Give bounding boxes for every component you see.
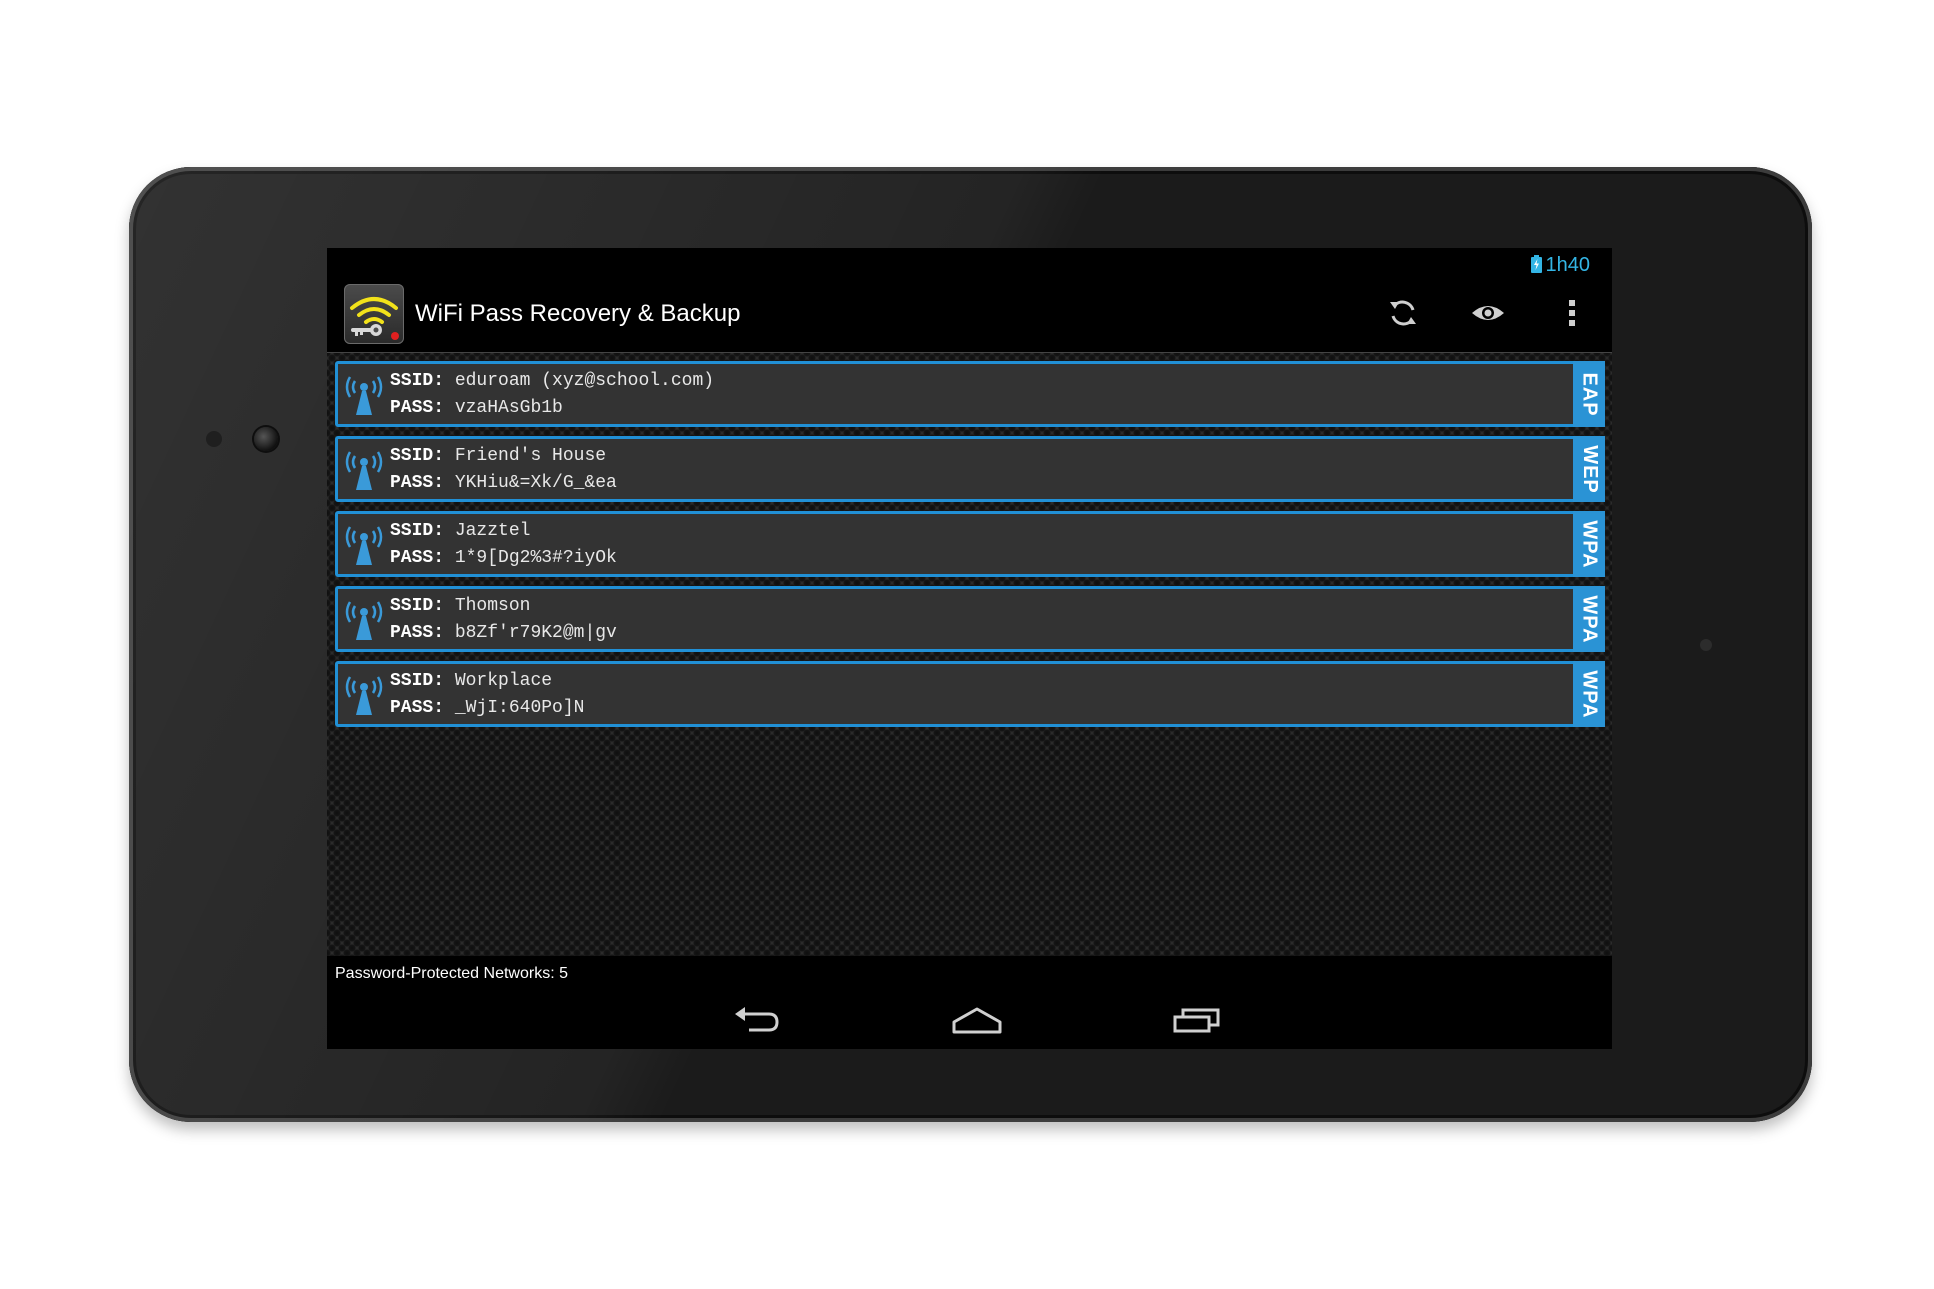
network-row[interactable]: SSID: Jazztel PASS: 1*9[Dg2%3#?iyOk WPA	[335, 511, 1605, 577]
wifi-antenna-icon	[345, 526, 383, 565]
ssid-label: SSID:	[390, 371, 445, 391]
pass-value: b8Zf'r79K2@m|gv	[454, 623, 617, 643]
home-icon	[952, 1007, 1002, 1034]
app-icon	[344, 284, 404, 344]
ssid-line: SSID: Workplace	[390, 671, 552, 691]
clock: 1h40	[1545, 254, 1591, 276]
network-list-area[interactable]: SSID: eduroam (xyz@school.com) PASS: vza…	[327, 352, 1612, 956]
network-row[interactable]: SSID: Friend's House PASS: YKHiu&=Xk/G_&…	[335, 436, 1605, 502]
overflow-menu-icon	[1569, 300, 1575, 326]
pass-value: 1*9[Dg2%3#?iyOk	[454, 548, 617, 568]
security-type-badge: WPA	[1573, 511, 1605, 577]
home-button[interactable]	[947, 1003, 1007, 1037]
security-type-badge: WPA	[1573, 586, 1605, 652]
network-row[interactable]: SSID: Workplace PASS: _WjI:640Po]N WPA	[335, 661, 1605, 727]
stage: 1h40 WiFi Pass Recovery & Backup SSID: e…	[0, 0, 1934, 1289]
proximity-sensor	[206, 431, 222, 447]
toggle-visibility-button[interactable]	[1463, 288, 1513, 338]
pass-label: PASS:	[390, 398, 445, 418]
security-type-label: EAP	[1578, 371, 1601, 417]
ssid-line: SSID: Thomson	[390, 596, 530, 616]
network-list: SSID: eduroam (xyz@school.com) PASS: vza…	[335, 361, 1605, 736]
security-type-label: WPA	[1578, 669, 1601, 719]
battery-icon	[1531, 255, 1542, 273]
security-type-label: WPA	[1578, 594, 1601, 644]
pass-line: PASS: b8Zf'r79K2@m|gv	[390, 623, 617, 643]
ssid-value: Friend's House	[454, 446, 607, 466]
ssid-line: SSID: eduroam (xyz@school.com)	[390, 371, 714, 391]
pass-label: PASS:	[390, 698, 445, 718]
pass-line: PASS: vzaHAsGb1b	[390, 398, 563, 418]
ssid-value: eduroam (xyz@school.com)	[454, 371, 715, 391]
ssid-label: SSID:	[390, 596, 445, 616]
ssid-label: SSID:	[390, 671, 445, 691]
app-title: WiFi Pass Recovery & Backup	[415, 300, 741, 327]
ssid-value: Thomson	[454, 596, 531, 616]
wifi-antenna-icon	[345, 451, 383, 490]
network-count: Password-Protected Networks: 5	[335, 965, 568, 982]
pass-value: vzaHAsGb1b	[454, 398, 563, 418]
wifi-key-icon	[350, 297, 399, 340]
recent-apps-button[interactable]	[1167, 1003, 1227, 1037]
back-icon	[735, 1007, 779, 1032]
network-row[interactable]: SSID: eduroam (xyz@school.com) PASS: vza…	[335, 361, 1605, 427]
security-type-label: WEP	[1578, 444, 1601, 494]
pass-value: _WjI:640Po]N	[454, 698, 585, 718]
refresh-button[interactable]	[1378, 288, 1428, 338]
eye-icon	[1472, 306, 1504, 320]
pass-line: PASS: YKHiu&=Xk/G_&ea	[390, 473, 617, 493]
wifi-antenna-icon	[345, 376, 383, 415]
pass-label: PASS:	[390, 548, 445, 568]
ssid-value: Jazztel	[454, 521, 531, 541]
security-type-badge: EAP	[1573, 361, 1605, 427]
front-camera	[254, 427, 278, 451]
refresh-icon	[1390, 300, 1416, 326]
ssid-value: Workplace	[454, 671, 553, 691]
screen: 1h40 WiFi Pass Recovery & Backup SSID: e…	[327, 248, 1612, 1049]
pass-label: PASS:	[390, 623, 445, 643]
back-button[interactable]	[727, 1003, 787, 1037]
action-bar: WiFi Pass Recovery & Backup	[327, 280, 1612, 346]
ssid-label: SSID:	[390, 446, 445, 466]
security-type-label: WPA	[1578, 519, 1601, 569]
ssid-line: SSID: Friend's House	[390, 446, 606, 466]
pass-value: YKHiu&=Xk/G_&ea	[454, 473, 617, 493]
pass-line: PASS: _WjI:640Po]N	[390, 698, 584, 718]
pass-line: PASS: 1*9[Dg2%3#?iyOk	[390, 548, 617, 568]
navigation-bar	[327, 989, 1612, 1049]
pass-label: PASS:	[390, 473, 445, 493]
ssid-label: SSID:	[390, 521, 445, 541]
security-type-badge: WPA	[1573, 661, 1605, 727]
status-bar: 1h40	[327, 248, 1612, 280]
security-type-badge: WEP	[1573, 436, 1605, 502]
ssid-line: SSID: Jazztel	[390, 521, 530, 541]
wifi-antenna-icon	[345, 601, 383, 640]
wifi-antenna-icon	[345, 676, 383, 715]
recent-apps-icon	[1173, 1008, 1220, 1033]
overflow-menu-button[interactable]	[1547, 288, 1597, 338]
light-sensor	[1700, 639, 1712, 651]
network-row[interactable]: SSID: Thomson PASS: b8Zf'r79K2@m|gv WPA	[335, 586, 1605, 652]
